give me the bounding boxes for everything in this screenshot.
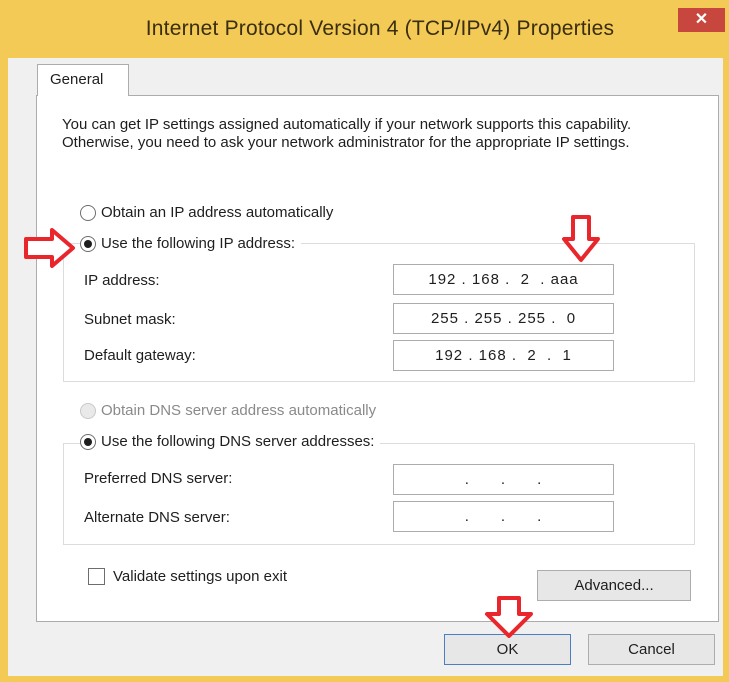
tab-general[interactable]: General [37, 64, 129, 96]
validate-checkbox[interactable]: Validate settings upon exit [88, 568, 287, 585]
radio-use-following-ip[interactable]: Use the following IP address: [80, 235, 301, 252]
radio-label: Use the following IP address: [101, 235, 295, 252]
alternate-dns-label: Alternate DNS server: [84, 509, 230, 526]
default-gateway-field[interactable]: 192 . 168 . 2 . 1 [393, 340, 614, 371]
alternate-dns-field[interactable]: . . . [393, 501, 614, 532]
arrow-down-icon [562, 215, 600, 262]
radio-obtain-dns-auto[interactable]: Obtain DNS server address automatically [80, 402, 383, 419]
radio-circle[interactable] [80, 204, 96, 221]
validate-label: Validate settings upon exit [113, 568, 288, 585]
radio-obtain-ip-auto[interactable]: Obtain an IP address automatically [80, 204, 340, 221]
window-title: Internet Protocol Version 4 (TCP/IPv4) P… [145, 17, 615, 40]
arrow-right-icon [24, 228, 75, 268]
radio-label: Use the following DNS server addresses: [101, 433, 375, 450]
subnet-mask-field[interactable]: 255 . 255 . 255 . 0 [393, 303, 614, 334]
radio-use-following-dns[interactable]: Use the following DNS server addresses: [80, 433, 381, 450]
subnet-mask-label: Subnet mask: [84, 311, 176, 328]
title-bar: Internet Protocol Version 4 (TCP/IPv4) P… [0, 0, 729, 58]
close-icon: ✕ [694, 11, 709, 28]
radio-circle-checked[interactable] [80, 433, 96, 450]
ok-button[interactable]: OK [444, 634, 571, 665]
radio-circle[interactable] [80, 402, 96, 419]
close-button[interactable]: ✕ [678, 8, 725, 32]
cancel-button[interactable]: Cancel [588, 634, 715, 665]
preferred-dns-field[interactable]: . . . [393, 464, 614, 495]
arrow-down-icon [485, 596, 533, 638]
radio-label: Obtain an IP address automatically [101, 204, 334, 221]
radio-circle-checked[interactable] [80, 235, 96, 252]
description-text: You can get IP settings assigned automat… [62, 116, 632, 151]
preferred-dns-label: Preferred DNS server: [84, 470, 233, 487]
checkbox-box[interactable] [88, 568, 105, 585]
ip-address-field[interactable]: 192 . 168 . 2 . aaa [393, 264, 614, 295]
radio-label: Obtain DNS server address automatically [101, 402, 377, 419]
advanced-button[interactable]: Advanced... [537, 570, 691, 601]
default-gateway-label: Default gateway: [84, 347, 196, 364]
ip-address-label: IP address: [84, 272, 160, 289]
